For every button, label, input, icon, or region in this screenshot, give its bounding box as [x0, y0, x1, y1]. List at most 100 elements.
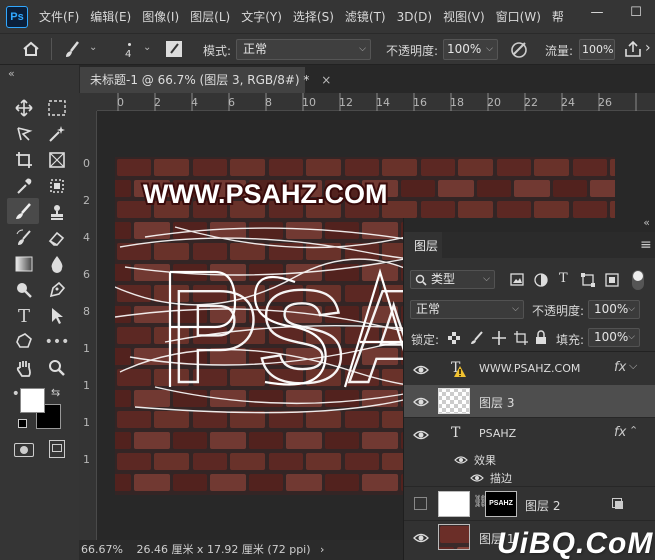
visibility-off-box[interactable] — [414, 497, 427, 510]
close-icon[interactable]: × — [321, 73, 331, 87]
history-brush-icon[interactable] — [13, 227, 35, 249]
crop-tool-icon[interactable] — [13, 149, 35, 171]
fill-input[interactable]: 100% ⌵ — [588, 328, 640, 347]
frame-tool-icon[interactable] — [46, 149, 68, 171]
move-tool-icon[interactable] — [13, 97, 35, 119]
magic-wand-icon[interactable] — [46, 123, 68, 145]
flow-label: 流量: — [545, 44, 574, 58]
patch-tool-icon[interactable] — [46, 175, 68, 197]
zoom-tool-icon[interactable] — [46, 357, 68, 379]
eraser-tool-icon[interactable] — [46, 227, 68, 249]
menu-3d[interactable]: 3D(D) — [397, 10, 432, 24]
dodge-tool-icon[interactable] — [13, 279, 35, 301]
lock-pixels-icon[interactable] — [470, 331, 484, 345]
visibility-eye-icon[interactable] — [454, 453, 468, 467]
menu-view[interactable]: 视图(V) — [443, 8, 485, 25]
chevron-right-icon[interactable]: › — [645, 40, 651, 56]
hand-tool-icon[interactable] — [13, 357, 35, 379]
brush-settings-icon[interactable] — [165, 40, 183, 58]
status-menu-icon[interactable]: › — [320, 543, 324, 556]
brush-tool-icon[interactable] — [7, 198, 39, 224]
marquee-tool-icon[interactable] — [46, 97, 68, 119]
blend-mode-select[interactable]: 正常 ⌵ — [410, 300, 524, 319]
layer-row[interactable]: T PSAHZ fx ⌃ — [404, 418, 655, 451]
layer-name[interactable]: PSAHZ — [479, 427, 516, 440]
menu-edit[interactable]: 编辑(E) — [90, 8, 131, 25]
menu-filter[interactable]: 滤镜(T) — [345, 8, 386, 25]
layers-tab[interactable]: 图层 — [404, 232, 442, 258]
flow-input[interactable]: 100% — [579, 39, 615, 60]
pressure-opacity-icon[interactable] — [510, 40, 528, 58]
visibility-eye-icon[interactable] — [413, 530, 429, 546]
ruler-label: 14 — [376, 96, 390, 109]
lock-all-icon[interactable] — [535, 330, 547, 345]
layer-effects-icon[interactable]: fx — [614, 360, 626, 375]
filter-adjustment-icon[interactable] — [534, 273, 548, 287]
share-icon[interactable] — [624, 40, 642, 58]
menu-select[interactable]: 选择(S) — [293, 8, 334, 25]
menu-image[interactable]: 图像(I) — [142, 8, 179, 25]
home-icon[interactable] — [22, 41, 40, 57]
layer-name[interactable]: 图层 3 — [479, 394, 514, 411]
effect-item-row[interactable]: 描边 — [404, 469, 655, 487]
shape-tool-icon[interactable] — [13, 331, 35, 353]
brush-tool-icon[interactable] — [63, 40, 83, 58]
layer-row[interactable]: T WWW.PSAHZ.COM fx ⌵ — [404, 353, 655, 386]
collapse-panel-icon[interactable]: « — [643, 216, 650, 229]
stamp-tool-icon[interactable] — [46, 201, 68, 223]
document-tab[interactable]: 未标题-1 @ 66.7% (图层 3, RGB/8#) * × — [80, 67, 331, 93]
filter-type-icon[interactable]: T — [559, 271, 568, 286]
pen-tool-icon[interactable] — [46, 279, 68, 301]
filter-toggle[interactable] — [632, 270, 644, 290]
layer-name[interactable]: WWW.PSAHZ.COM — [479, 362, 580, 375]
collapse-panel-icon[interactable]: « — [8, 67, 15, 80]
filter-shape-icon[interactable] — [581, 273, 595, 287]
menu-layer[interactable]: 图层(L) — [190, 8, 230, 25]
layer-filter-select[interactable]: 类型 ⌵ — [410, 270, 495, 289]
restore-button[interactable]: ☐ — [617, 0, 655, 25]
lasso-tool-icon[interactable] — [13, 123, 35, 145]
path-select-icon[interactable] — [46, 305, 68, 327]
menu-window[interactable]: 窗口(W) — [496, 8, 541, 25]
layer-name[interactable]: 图层 2 — [525, 497, 560, 514]
chevron-down-icon[interactable]: ⌄ — [89, 42, 97, 53]
lock-artboard-icon[interactable] — [514, 331, 528, 345]
layer-opacity-input[interactable]: 100% ⌵ — [588, 300, 640, 319]
eyedropper-tool-icon[interactable] — [13, 175, 35, 197]
chevron-down-icon[interactable]: ⌄ — [143, 42, 151, 53]
visibility-eye-icon[interactable] — [413, 362, 429, 378]
minimize-button[interactable]: — — [578, 0, 616, 25]
ruler-horizontal: 0 2 4 6 8 10 12 14 16 18 20 22 24 26 — [97, 93, 655, 111]
chevron-up-icon[interactable]: ⌃ — [629, 424, 638, 437]
layer-effects-icon[interactable]: fx — [614, 425, 626, 440]
opacity-input[interactable]: 100% ⌵ — [443, 39, 498, 60]
filter-smart-object-icon[interactable] — [605, 273, 619, 287]
blur-tool-icon[interactable] — [46, 253, 68, 275]
brush-size[interactable]: 4 — [125, 49, 131, 60]
visibility-eye-icon[interactable] — [413, 394, 429, 410]
layer-mask-thumbnail[interactable]: PSAHZ — [485, 491, 517, 517]
mode-select[interactable]: 正常 ⌵ — [236, 39, 371, 60]
default-colors-icon[interactable] — [18, 419, 27, 428]
lock-transparent-icon[interactable] — [448, 332, 460, 344]
gradient-tool-icon[interactable] — [13, 253, 35, 275]
visibility-eye-icon[interactable] — [413, 427, 429, 443]
filter-pixel-icon[interactable] — [510, 273, 524, 286]
foreground-color-swatch[interactable] — [20, 388, 45, 413]
quick-mask-icon[interactable] — [14, 443, 34, 457]
menu-help[interactable]: 帮 — [552, 8, 564, 25]
menu-type[interactable]: 文字(Y) — [241, 8, 282, 25]
visibility-eye-icon[interactable] — [470, 471, 484, 485]
type-tool-icon[interactable]: T — [13, 305, 35, 327]
menu-file[interactable]: 文件(F) — [39, 8, 79, 25]
lock-position-icon[interactable] — [492, 331, 506, 345]
layer-row-selected[interactable]: 图层 3 — [404, 385, 655, 418]
panel-menu-icon[interactable]: ≡ — [640, 237, 652, 253]
effects-row[interactable]: 效果 — [404, 451, 655, 469]
more-tools-icon[interactable]: ••• — [45, 331, 70, 353]
layer-row[interactable]: ⛓ PSAHZ 图层 2 — [404, 488, 655, 521]
swap-colors-icon[interactable]: ⇆ — [51, 386, 60, 399]
screen-mode-icon[interactable] — [49, 440, 65, 458]
zoom-level[interactable]: 66.67% — [81, 543, 123, 556]
chevron-down-icon[interactable]: ⌵ — [629, 359, 637, 373]
